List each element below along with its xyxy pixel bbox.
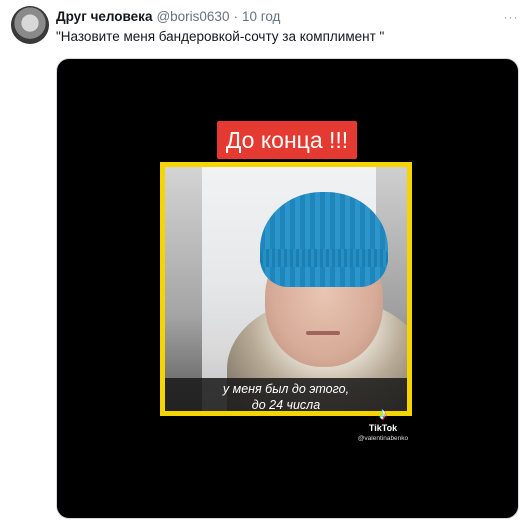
blurred-side-left <box>165 167 202 411</box>
video-frame: у меня был до этого, до 24 числа <box>160 162 412 416</box>
timestamp[interactable]: 10 год <box>242 9 280 24</box>
avatar[interactable] <box>11 6 49 44</box>
mouth <box>306 331 340 335</box>
separator-dot: · <box>233 9 238 24</box>
tiktok-label: TikTok <box>368 423 398 433</box>
author-name[interactable]: Друг человека <box>56 9 152 24</box>
tweet-card[interactable]: Друг человека @boris0630 · 10 год ··· "Н… <box>0 0 532 523</box>
tweet-text: "Назовите меня бандеровкой-сочту за комп… <box>56 29 385 44</box>
caption-line-1: у меня был до этого, <box>222 382 350 396</box>
media-video[interactable]: До конца !!! у меня был до этого, до 24 … <box>57 59 518 518</box>
knit-hat-brim <box>260 249 388 267</box>
video-banner: До конца !!! <box>217 121 357 159</box>
knit-hat <box>260 192 388 287</box>
tiktok-watermark: ♪ TikTok @valentinabenko <box>343 407 423 443</box>
more-options-icon[interactable]: ··· <box>502 10 520 24</box>
tiktok-username: @valentinabenko <box>357 435 409 442</box>
tweet-header: Друг человека @boris0630 · 10 год <box>56 9 280 27</box>
author-handle[interactable]: @boris0630 <box>156 9 229 24</box>
video-still <box>202 167 407 411</box>
tiktok-icon: ♪ <box>379 406 387 423</box>
